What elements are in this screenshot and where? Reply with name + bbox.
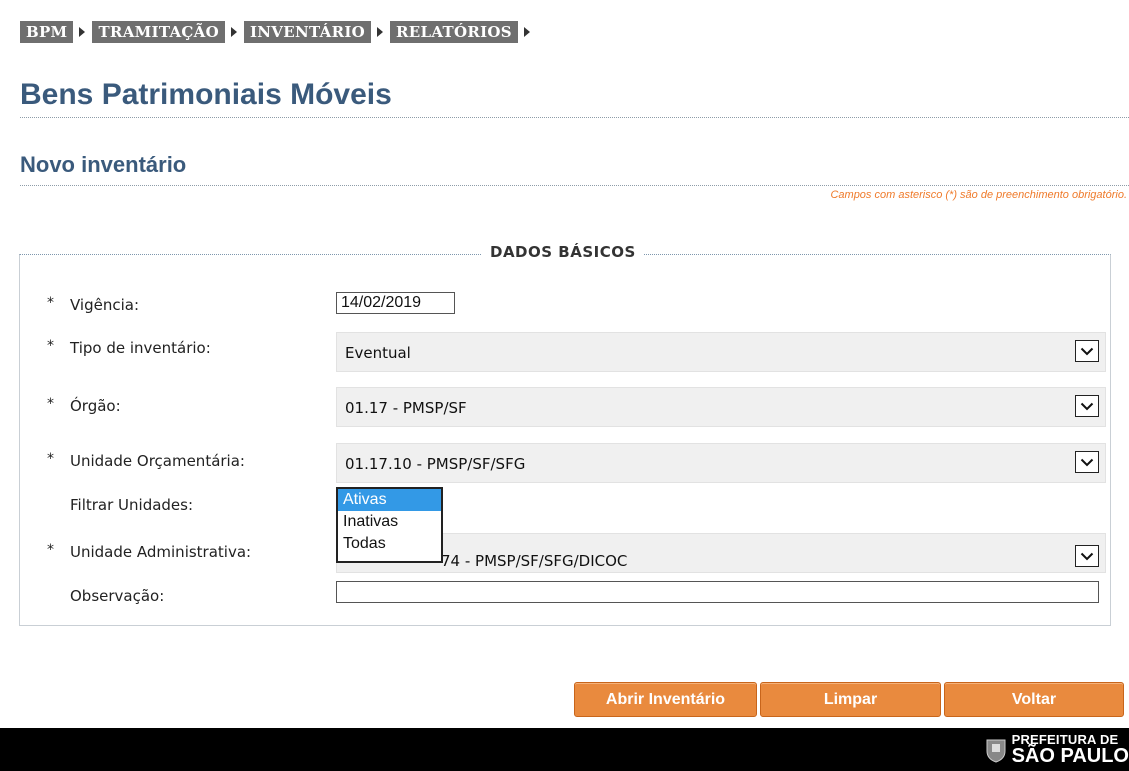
nav-item-tramitacao[interactable]: TRAMITAÇÃO bbox=[92, 21, 244, 43]
tipo-inventario-value: Eventual bbox=[345, 344, 411, 362]
chevron-down-icon[interactable] bbox=[1075, 340, 1099, 362]
page-title: Bens Patrimoniais Móveis bbox=[20, 78, 392, 111]
footer: PREFEITURA DE SÃO PAULO bbox=[0, 728, 1129, 771]
nav-item-bpm[interactable]: BPM bbox=[20, 21, 92, 43]
prefeitura-logo: PREFEITURA DE SÃO PAULO bbox=[985, 728, 1129, 771]
vigencia-label: Vigência: bbox=[70, 296, 140, 314]
nav-label[interactable]: TRAMITAÇÃO bbox=[92, 21, 225, 43]
nav-item-relatorios[interactable]: RELATÓRIOS bbox=[390, 21, 537, 43]
chevron-down-icon[interactable] bbox=[1075, 545, 1099, 567]
filtrar-unidades-label: Filtrar Unidades: bbox=[70, 496, 194, 514]
option-ativas[interactable]: Ativas bbox=[338, 489, 441, 511]
orgao-label: Órgão: bbox=[70, 397, 121, 415]
chevron-down-icon[interactable] bbox=[1075, 451, 1099, 473]
nav-arrow-icon bbox=[377, 27, 384, 37]
nav-label[interactable]: RELATÓRIOS bbox=[390, 21, 518, 43]
vigencia-field[interactable]: 14/02/2019 bbox=[336, 292, 455, 314]
fieldset-legend: DADOS BÁSICOS bbox=[482, 243, 644, 261]
city-seal-icon bbox=[986, 739, 1006, 763]
orgao-select[interactable]: 01.17 - PMSP/SF bbox=[336, 387, 1106, 427]
logo-line2: SÃO PAULO bbox=[1011, 745, 1129, 767]
required-fields-note: Campos com asterisco (*) são de preenchi… bbox=[830, 189, 1127, 201]
observacao-label: Observação: bbox=[70, 587, 165, 605]
filtrar-unidades-listbox[interactable]: Ativas Inativas Todas bbox=[336, 487, 443, 563]
abrir-inventario-button[interactable]: Abrir Inventário bbox=[574, 682, 757, 717]
section-title: Novo inventário bbox=[20, 152, 187, 177]
option-todas[interactable]: Todas bbox=[338, 533, 441, 555]
nav-label[interactable]: BPM bbox=[20, 21, 74, 43]
tipo-inventario-select[interactable]: Eventual bbox=[336, 332, 1106, 372]
chevron-down-icon[interactable] bbox=[1075, 395, 1099, 417]
unidade-orcamentaria-value: 01.17.10 - PMSP/SF/SFG bbox=[345, 455, 526, 473]
required-mark: * bbox=[47, 338, 54, 354]
nav-arrow-icon bbox=[523, 27, 530, 37]
option-inativas[interactable]: Inativas bbox=[338, 511, 441, 533]
top-nav: BPM TRAMITAÇÃO INVENTÁRIO RELATÓRIOS bbox=[20, 20, 537, 44]
unidade-administrativa-select[interactable]: 74 - PMSP/SF/SFG/DICOC bbox=[336, 533, 1106, 573]
required-mark: * bbox=[47, 451, 54, 467]
observacao-field[interactable] bbox=[336, 581, 1099, 603]
title-divider bbox=[20, 117, 1129, 118]
nav-item-inventario[interactable]: INVENTÁRIO bbox=[243, 21, 390, 43]
orgao-value: 01.17 - PMSP/SF bbox=[345, 399, 467, 417]
limpar-button[interactable]: Limpar bbox=[760, 682, 941, 717]
unidade-administrativa-value: 74 - PMSP/SF/SFG/DICOC bbox=[441, 552, 628, 570]
unidade-orcamentaria-select[interactable]: 01.17.10 - PMSP/SF/SFG bbox=[336, 443, 1106, 483]
required-mark: * bbox=[47, 295, 54, 311]
tipo-inventario-label: Tipo de inventário: bbox=[70, 339, 211, 357]
unidade-administrativa-label: Unidade Administrativa: bbox=[70, 543, 252, 561]
required-mark: * bbox=[47, 542, 54, 558]
nav-arrow-icon bbox=[79, 27, 86, 37]
nav-label[interactable]: INVENTÁRIO bbox=[243, 21, 372, 43]
voltar-button[interactable]: Voltar bbox=[944, 682, 1124, 717]
required-mark: * bbox=[47, 396, 54, 412]
nav-arrow-icon bbox=[230, 27, 237, 37]
unidade-orcamentaria-label: Unidade Orçamentária: bbox=[70, 452, 245, 470]
section-divider bbox=[20, 185, 1129, 186]
